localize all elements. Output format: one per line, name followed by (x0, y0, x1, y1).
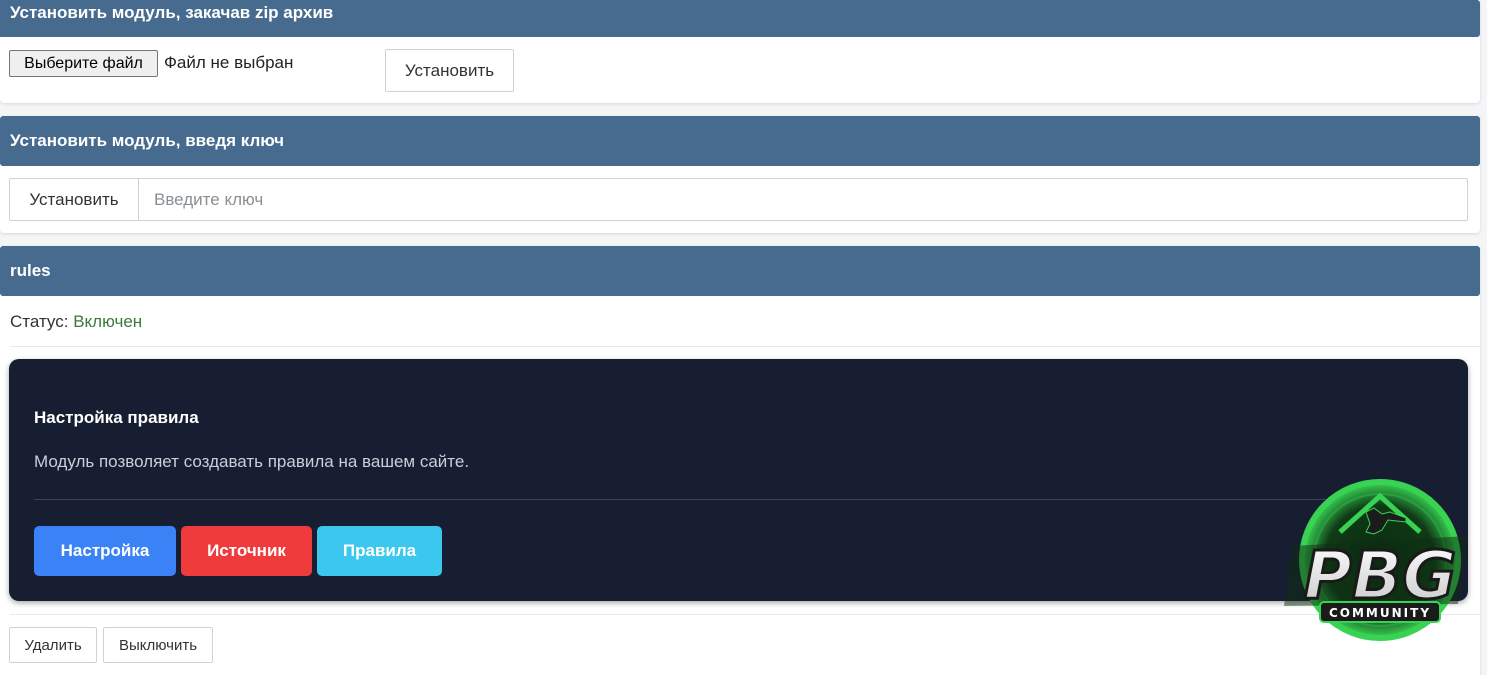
key-input[interactable] (139, 179, 1467, 220)
panel-title: Настройка правила (34, 408, 199, 427)
install-key-button[interactable]: Установить (10, 179, 139, 220)
pbg-community-logo: PBG COMMUNITY (1284, 479, 1468, 641)
settings-button[interactable]: Настройка (34, 526, 176, 576)
install-zip-button[interactable]: Установить (385, 49, 514, 92)
panel-description: Модуль позволяет создавать правила на ва… (34, 452, 470, 471)
status-divider (10, 346, 1480, 347)
panel-divider (34, 499, 1334, 500)
page: Установить модуль, закачав zip архив Выб… (0, 0, 1487, 675)
file-status-text: Файл не выбран (164, 53, 294, 72)
delete-button[interactable]: Удалить (9, 627, 97, 663)
actions-divider (10, 614, 1480, 615)
key-install-title: Установить модуль, введя ключ (10, 131, 285, 150)
disable-button[interactable]: Выключить (103, 627, 213, 663)
zip-install-header: Установить модуль, закачав zip архив (0, 0, 1480, 37)
key-install-card: Установить модуль, введя ключ Установить (0, 116, 1480, 233)
module-card: rules Статус: Включен Настройка правила … (0, 246, 1480, 675)
status-line: Статус: Включен (10, 312, 142, 332)
source-button[interactable]: Источник (181, 526, 312, 576)
status-label: Статус: (10, 312, 69, 331)
rules-button[interactable]: Правила (317, 526, 442, 576)
module-info-panel: Настройка правила Модуль позволяет созда… (9, 359, 1468, 601)
zip-install-title: Установить модуль, закачав zip архив (10, 2, 334, 22)
status-value: Включен (73, 312, 143, 331)
module-name: rules (10, 261, 51, 280)
key-install-header: Установить модуль, введя ключ (0, 116, 1480, 166)
zip-install-card: Установить модуль, закачав zip архив Выб… (0, 0, 1480, 103)
key-input-group: Установить (9, 178, 1468, 221)
choose-file-button[interactable]: Выберите файл (9, 50, 158, 77)
logo-subtext: COMMUNITY (1329, 606, 1431, 620)
module-header: rules (0, 246, 1480, 296)
